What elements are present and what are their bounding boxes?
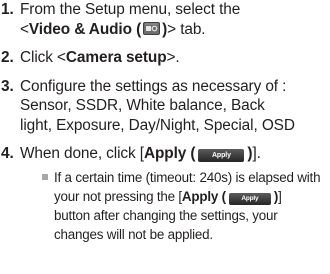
step-number: 3. bbox=[1, 77, 14, 95]
step-text: Click < bbox=[20, 49, 66, 66]
apply-button-image: Apply bbox=[228, 192, 271, 205]
button-name: Apply ( bbox=[143, 145, 196, 162]
step-2: 2. Click <Camera setup>. bbox=[0, 48, 330, 68]
step-text: < bbox=[20, 20, 29, 38]
note-text: ] bbox=[278, 188, 282, 204]
note-text: If a certain time (timeout: 240s) is ela… bbox=[54, 169, 321, 185]
step-text: Sensor, SSDR, White balance, Back bbox=[20, 97, 265, 114]
step-1: 1. From the Setup menu, select the <Vide… bbox=[0, 0, 330, 39]
step-text: From the Setup menu, select the bbox=[20, 1, 241, 18]
step-text: When done, click [ bbox=[20, 145, 144, 162]
step-4: 4. When done, click [Apply (Apply)]. If … bbox=[0, 144, 330, 244]
step-number: 2. bbox=[1, 49, 14, 66]
step-text: >. bbox=[166, 49, 180, 66]
video-audio-icon bbox=[143, 21, 161, 35]
note-text: changes will not be applied. bbox=[54, 226, 213, 242]
button-name: Apply ( bbox=[181, 188, 226, 204]
step-3: 3. Configure the settings as necessary o… bbox=[0, 77, 330, 136]
step-number: 4. bbox=[1, 145, 14, 162]
note-bullet bbox=[42, 173, 48, 180]
step-text: > tab. bbox=[167, 20, 206, 38]
step-number: 1. bbox=[1, 1, 14, 18]
note: If a certain time (timeout: 240s) is ela… bbox=[20, 168, 330, 244]
tab-name: Video & Audio ( bbox=[28, 20, 142, 38]
note-text: button after changing the settings, your bbox=[54, 207, 278, 223]
step-text: Configure the settings as necessary of : bbox=[20, 77, 287, 95]
apply-button-image: Apply bbox=[198, 149, 245, 162]
note-text: your not pressing the [ bbox=[54, 188, 182, 204]
instruction-steps: 1. From the Setup menu, select the <Vide… bbox=[0, 0, 330, 253]
step-text: light, Exposure, Day/Night, Special, OSD bbox=[20, 116, 295, 134]
step-text: ]. bbox=[252, 145, 261, 162]
menu-name: Camera setup bbox=[65, 49, 167, 66]
